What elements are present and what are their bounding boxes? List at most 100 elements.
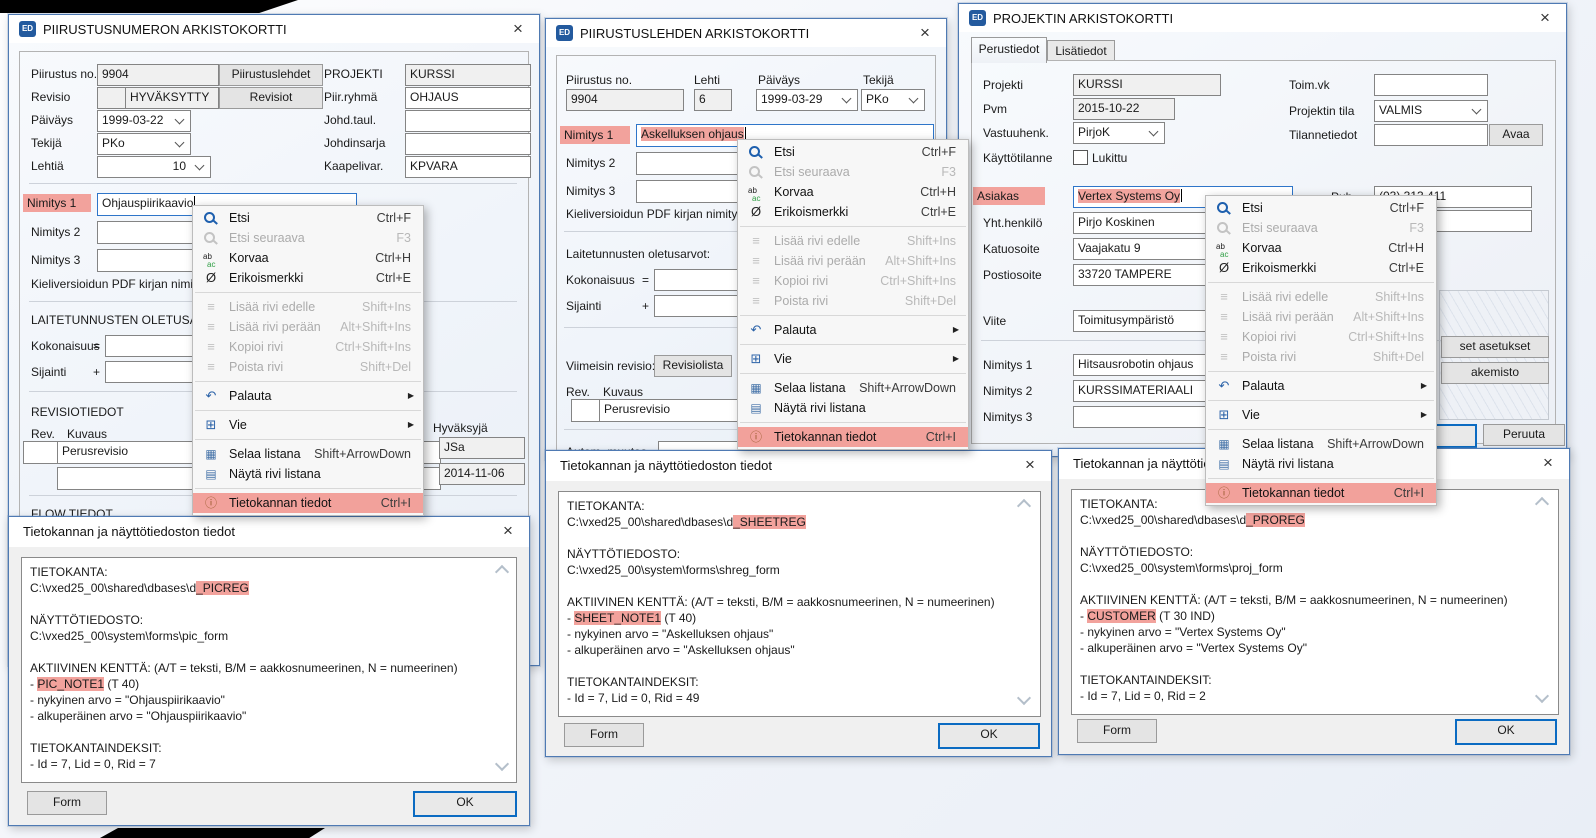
close-icon[interactable]: × (1017, 454, 1043, 476)
menu-item-selaa-listana[interactable]: Selaa listanaShift+ArrowDown (1206, 434, 1436, 454)
menu-item-tietokannan-tiedot[interactable]: Tietokannan tiedotCtrl+I (738, 427, 968, 447)
menu-item-erikoismerkki[interactable]: ErikoismerkkiCtrl+E (738, 202, 968, 222)
revisiot-button[interactable]: Revisiot (219, 87, 323, 109)
dialog-text-line (1080, 656, 1536, 672)
close-icon[interactable]: × (912, 22, 938, 44)
tekija-dropdown[interactable]: PKo (861, 89, 925, 111)
revision-section-label: REVISIOTIEDOT (31, 405, 124, 419)
menu-item-tietokannan-tiedot[interactable]: Tietokannan tiedotCtrl+I (193, 493, 423, 513)
peruuta-button[interactable]: Peruuta (1483, 424, 1565, 446)
menu-separator (195, 292, 421, 293)
projekti-field[interactable]: KURSSI (1073, 74, 1221, 96)
piir-ryhma-field[interactable]: OHJAUS (405, 87, 531, 109)
lukittu-checkbox[interactable] (1073, 150, 1088, 165)
menu-item-shortcut: Ctrl+E (921, 202, 956, 222)
form-button[interactable]: Form (27, 791, 107, 815)
ok-button[interactable]: OK (1455, 719, 1557, 745)
hyvaksyja-field[interactable]: JSa (439, 437, 525, 459)
menu-item-korvaa[interactable]: KorvaaCtrl+H (193, 248, 423, 268)
sijainti-field[interactable] (654, 295, 738, 317)
menu-item-lisaa-rivi-edelle: Lisää rivi edelleShift+Ins (193, 297, 423, 317)
titlebar[interactable]: Tietokannan ja näyttötiedoston tiedot × (9, 517, 529, 547)
menu-item-etsi[interactable]: EtsiCtrl+F (738, 142, 968, 162)
dialog-text-line: - Id = 7, Lid = 0, Rid = 2 (1080, 688, 1536, 704)
titlebar[interactable]: ED PIIRUSTUSNUMERON ARKISTOKORTTI × (9, 15, 539, 43)
menu-item-vie[interactable]: Vie (193, 415, 423, 435)
projektin-tila-dropdown[interactable]: VALMIS (1374, 100, 1488, 122)
replace-icon (1214, 240, 1234, 256)
nimitys1-value: Ohjauspiirikaavio (102, 196, 193, 210)
replace-icon (201, 250, 221, 266)
tab-lisatiedot[interactable]: Lisätiedot (1047, 40, 1115, 62)
menu-item-selaa-listana[interactable]: Selaa listanaShift+ArrowDown (738, 378, 968, 398)
close-icon[interactable]: × (505, 18, 531, 40)
kaapelivar-field[interactable]: KPVARA (405, 156, 531, 178)
johdinsarja-field[interactable] (405, 133, 531, 155)
titlebar[interactable]: ED PIIRUSTUSLEHDEN ARKISTOKORTTI × (546, 19, 946, 47)
paivays-dropdown[interactable]: 1999-03-29 (756, 89, 858, 111)
menu-item-nayta-rivi-listana[interactable]: Näytä rivi listana (193, 464, 423, 484)
lehti-field[interactable]: 6 (694, 89, 732, 111)
paivays-dropdown[interactable]: 1999-03-22 (97, 110, 191, 132)
form-button[interactable]: Form (1077, 719, 1157, 743)
sijainti-field[interactable] (105, 361, 197, 383)
close-icon[interactable]: × (1532, 7, 1558, 29)
menu-item-tietokannan-tiedot[interactable]: Tietokannan tiedotCtrl+I (1206, 483, 1436, 503)
form-button[interactable]: Form (564, 723, 644, 747)
menu-item-nayta-rivi-listana[interactable]: Näytä rivi listana (738, 398, 968, 418)
piirustus-no-field[interactable]: 9904 (566, 89, 684, 111)
row-copy-icon (1214, 329, 1234, 345)
close-icon[interactable]: × (1535, 452, 1561, 474)
menu-item-selaa-listana[interactable]: Selaa listanaShift+ArrowDown (193, 444, 423, 464)
avaa-button[interactable]: Avaa (1489, 124, 1543, 146)
menu-separator (195, 488, 421, 489)
ok-button[interactable]: OK (413, 791, 517, 817)
menu-item-vie[interactable]: Vie (738, 349, 968, 369)
pvm-field[interactable]: 2015-10-22 (1073, 98, 1175, 120)
ok-button[interactable]: OK (938, 723, 1040, 749)
piirustuslehdet-button[interactable]: Piirustuslehdet (219, 64, 323, 86)
special-char-icon (201, 270, 221, 286)
hyvaksyja-column-label: Hyväksyjä (433, 421, 488, 435)
tab-perustiedot[interactable]: Perustiedot (971, 37, 1047, 63)
undo-icon (201, 388, 221, 404)
menu-item-palauta[interactable]: Palauta (1206, 376, 1436, 396)
titlebar[interactable]: ED PROJEKTIN ARKISTOKORTTI × (959, 4, 1566, 32)
menu-item-vie[interactable]: Vie (1206, 405, 1436, 425)
tekija-dropdown[interactable]: PKo (97, 133, 191, 155)
dialog-text-line: TIETOKANTAINDEKSIT: (1080, 672, 1536, 688)
piirustus-no-label: Piirustus no. (31, 67, 97, 81)
revisiolista-button[interactable]: Revisiolista (654, 355, 732, 377)
lehtia-dropdown[interactable]: 10 (97, 156, 211, 178)
menu-item-etsi[interactable]: EtsiCtrl+F (193, 208, 423, 228)
close-icon[interactable]: × (495, 520, 521, 542)
asetukset-button[interactable]: set asetukset (1441, 336, 1549, 358)
dialog-text-line: - CUSTOMER (T 30 IND) (1080, 608, 1536, 624)
rev-id-field[interactable] (23, 441, 61, 464)
row-copy-icon (746, 273, 766, 289)
piirustus-no-field[interactable]: 9904 (97, 64, 219, 86)
menu-item-erikoismerkki[interactable]: ErikoismerkkiCtrl+E (193, 268, 423, 288)
menu-item-palauta[interactable]: Palauta (193, 386, 423, 406)
toim-vk-field[interactable] (1374, 74, 1488, 96)
hyvaksytty-pvm-field[interactable]: 2014-11-06 (439, 463, 525, 485)
menu-item-korvaa[interactable]: KorvaaCtrl+H (1206, 238, 1436, 258)
menu-item-etsi-seuraava: Etsi seuraavaF3 (738, 162, 968, 182)
menu-item-etsi[interactable]: EtsiCtrl+F (1206, 198, 1436, 218)
menu-item-label: Poista rivi (774, 291, 905, 311)
menu-item-korvaa[interactable]: KorvaaCtrl+H (738, 182, 968, 202)
titlebar[interactable]: Tietokannan ja näyttötiedoston tiedot × (546, 451, 1051, 481)
tilannetiedot-field[interactable] (1374, 124, 1488, 146)
kokonaisuus-field[interactable] (654, 269, 738, 291)
kokonaisuus-field[interactable] (105, 335, 197, 357)
menu-item-palauta[interactable]: Palauta (738, 320, 968, 340)
menu-item-nayta-rivi-listana[interactable]: Näytä rivi listana (1206, 454, 1436, 474)
vastuuhenk-dropdown[interactable]: PirjoK (1073, 122, 1165, 144)
dialog-text-line: AKTIIVINEN KENTTÄ: (A/T = teksti, B/M = … (30, 660, 494, 676)
menu-item-label: Korvaa (1242, 238, 1388, 258)
menu-item-erikoismerkki[interactable]: ErikoismerkkiCtrl+E (1206, 258, 1436, 278)
johd-taul-field[interactable] (405, 110, 531, 132)
hakemisto-button[interactable]: akemisto (1441, 362, 1549, 384)
row-list-icon (746, 400, 766, 416)
projekti-field[interactable]: KURSSI (405, 64, 531, 86)
